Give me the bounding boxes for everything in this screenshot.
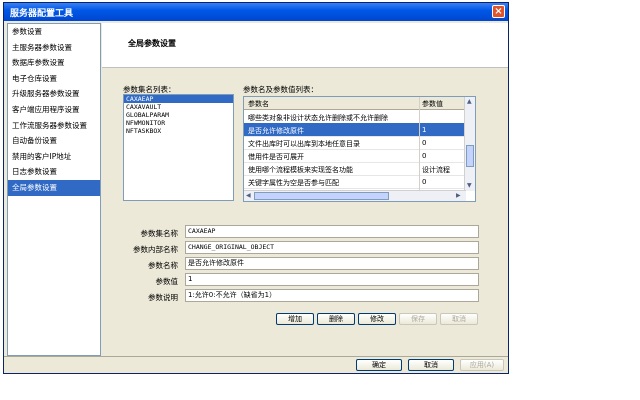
param-desc-field[interactable]: 1:允许0:不允许（缺省为1） [185, 289, 479, 302]
grid-cell-name: 使用哪个流程模板来实现签名功能 [248, 166, 353, 174]
list-item[interactable]: NFWMONITOR [124, 119, 233, 127]
sidebar-item-main-server[interactable]: 主服务器参数设置 [8, 40, 100, 56]
sidebar-item-log[interactable]: 日志参数设置 [8, 164, 100, 180]
sidebar-item-global-params[interactable]: 全局参数设置 [8, 179, 100, 196]
grid-cell-value: 1 [422, 126, 427, 134]
param-grid-label: 参数名及参数值列表： [243, 85, 318, 94]
param-value-field[interactable]: 1 [185, 273, 479, 286]
table-row[interactable]: 关键字属性为空是否参与匹配 0 [244, 175, 466, 189]
grid-col-name[interactable]: 参数名 [248, 99, 269, 109]
list-item[interactable]: NFTASKBOX [124, 127, 233, 135]
grid-cell-value: 0 [422, 139, 427, 147]
delete-button[interactable]: 删除 [317, 313, 355, 325]
save-button[interactable]: 保存 [399, 313, 437, 325]
scroll-up-icon[interactable]: ▲ [467, 98, 472, 106]
grid-cell-value: 设计流程 [422, 166, 450, 174]
grid-cell-value: 0 [422, 178, 427, 186]
sidebar-item-upgrade-server[interactable]: 升级服务器参数设置 [8, 86, 100, 102]
param-grid[interactable]: 参数名 参数值 哪些类对象非设计状态允许删除或不允许删除 是否允许修改原件 1 … [243, 96, 476, 202]
table-row[interactable]: 是否允许修改原件 1 [244, 123, 466, 137]
cancel-edit-button[interactable]: 取消 [440, 313, 478, 325]
scroll-thumb[interactable] [254, 192, 389, 200]
scroll-left-icon[interactable]: ◀ [246, 192, 251, 200]
param-set-list[interactable]: CAXAEAP CAXAVAULT GLOBALPARAM NFWMONITOR… [123, 94, 234, 201]
grid-cell-value: 0 [422, 152, 427, 160]
list-item[interactable]: GLOBALPARAM [124, 111, 233, 119]
modify-button[interactable]: 修改 [358, 313, 396, 325]
config-window: 服务器配置工具 × 参数设置 主服务器参数设置 数据库参数设置 电子仓库设置 升… [3, 2, 509, 374]
table-row[interactable]: 使用哪个流程模板来实现签名功能 设计流程 [244, 162, 466, 176]
scroll-thumb[interactable] [466, 145, 474, 167]
grid-cell-name: 关键字属性为空是否参与匹配 [248, 179, 339, 187]
grid-horizontal-scrollbar[interactable]: ◀ ▶ [244, 190, 466, 201]
sidebar-item-vault[interactable]: 电子仓库设置 [8, 71, 100, 87]
table-row[interactable]: 借用件是否可展开 0 [244, 149, 466, 163]
sidebar-item-database[interactable]: 数据库参数设置 [8, 55, 100, 71]
sidebar-item-banned-ip[interactable]: 禁用的客户IP地址 [8, 149, 100, 165]
list-item[interactable]: CAXAEAP [124, 95, 233, 103]
close-button[interactable]: × [492, 5, 505, 18]
internal-name-label: 参数内部名称 [133, 245, 178, 254]
sidebar-item-workflow-server[interactable]: 工作流服务器参数设置 [8, 118, 100, 134]
param-desc-label: 参数说明 [148, 293, 178, 302]
sidebar-item-auto-backup[interactable]: 自动备份设置 [8, 133, 100, 149]
table-row[interactable]: 文件出库时可以出库到本地任意目录 0 [244, 136, 466, 150]
grid-col-value[interactable]: 参数值 [422, 99, 443, 109]
grid-cell-name: 借用件是否可展开 [248, 153, 304, 161]
main-panel: 全局参数设置 参数集名列表： CAXAEAP CAXAVAULT GLOBALP… [102, 23, 508, 356]
list-item[interactable]: CAXAVAULT [124, 103, 233, 111]
set-name-field[interactable]: CAXAEAP [185, 225, 479, 238]
title-bar: 服务器配置工具 × [4, 3, 508, 21]
grid-vertical-scrollbar[interactable]: ▲ ▼ [464, 97, 475, 191]
scroll-down-icon[interactable]: ▼ [467, 182, 472, 190]
close-icon: × [494, 6, 503, 17]
grid-header: 参数名 参数值 [244, 97, 466, 110]
page-title: 全局参数设置 [128, 39, 176, 48]
cancel-button[interactable]: 取消 [408, 359, 454, 371]
window-title: 服务器配置工具 [10, 9, 74, 19]
grid-cell-name: 是否允许修改原件 [248, 127, 304, 135]
grid-cell-name: 哪些类对象非设计状态允许删除或不允许删除 [248, 114, 388, 122]
footer-divider [4, 356, 508, 357]
page-header: 全局参数设置 [102, 23, 508, 68]
internal-name-field[interactable]: CHANGE_ORIGINAL_OBJECT [185, 241, 479, 254]
sidebar-item-client-app[interactable]: 客户端应用程序设置 [8, 102, 100, 118]
column-divider [419, 97, 420, 201]
param-name-label: 参数名称 [148, 261, 178, 270]
ok-button[interactable]: 确定 [356, 359, 402, 371]
sidebar-item-params[interactable]: 参数设置 [8, 24, 100, 40]
add-button[interactable]: 增加 [276, 313, 314, 325]
param-name-field[interactable]: 是否允许修改原件 [185, 257, 479, 270]
sidebar-nav: 参数设置 主服务器参数设置 数据库参数设置 电子仓库设置 升级服务器参数设置 客… [7, 23, 101, 356]
set-name-label: 参数集名称 [140, 229, 179, 238]
apply-button[interactable]: 应用(A) [460, 359, 504, 371]
table-row[interactable]: 哪些类对象非设计状态允许删除或不允许删除 [244, 110, 466, 124]
grid-cell-name: 文件出库时可以出库到本地任意目录 [248, 140, 360, 148]
scroll-right-icon[interactable]: ▶ [456, 192, 461, 200]
param-value-label: 参数值 [155, 277, 179, 286]
